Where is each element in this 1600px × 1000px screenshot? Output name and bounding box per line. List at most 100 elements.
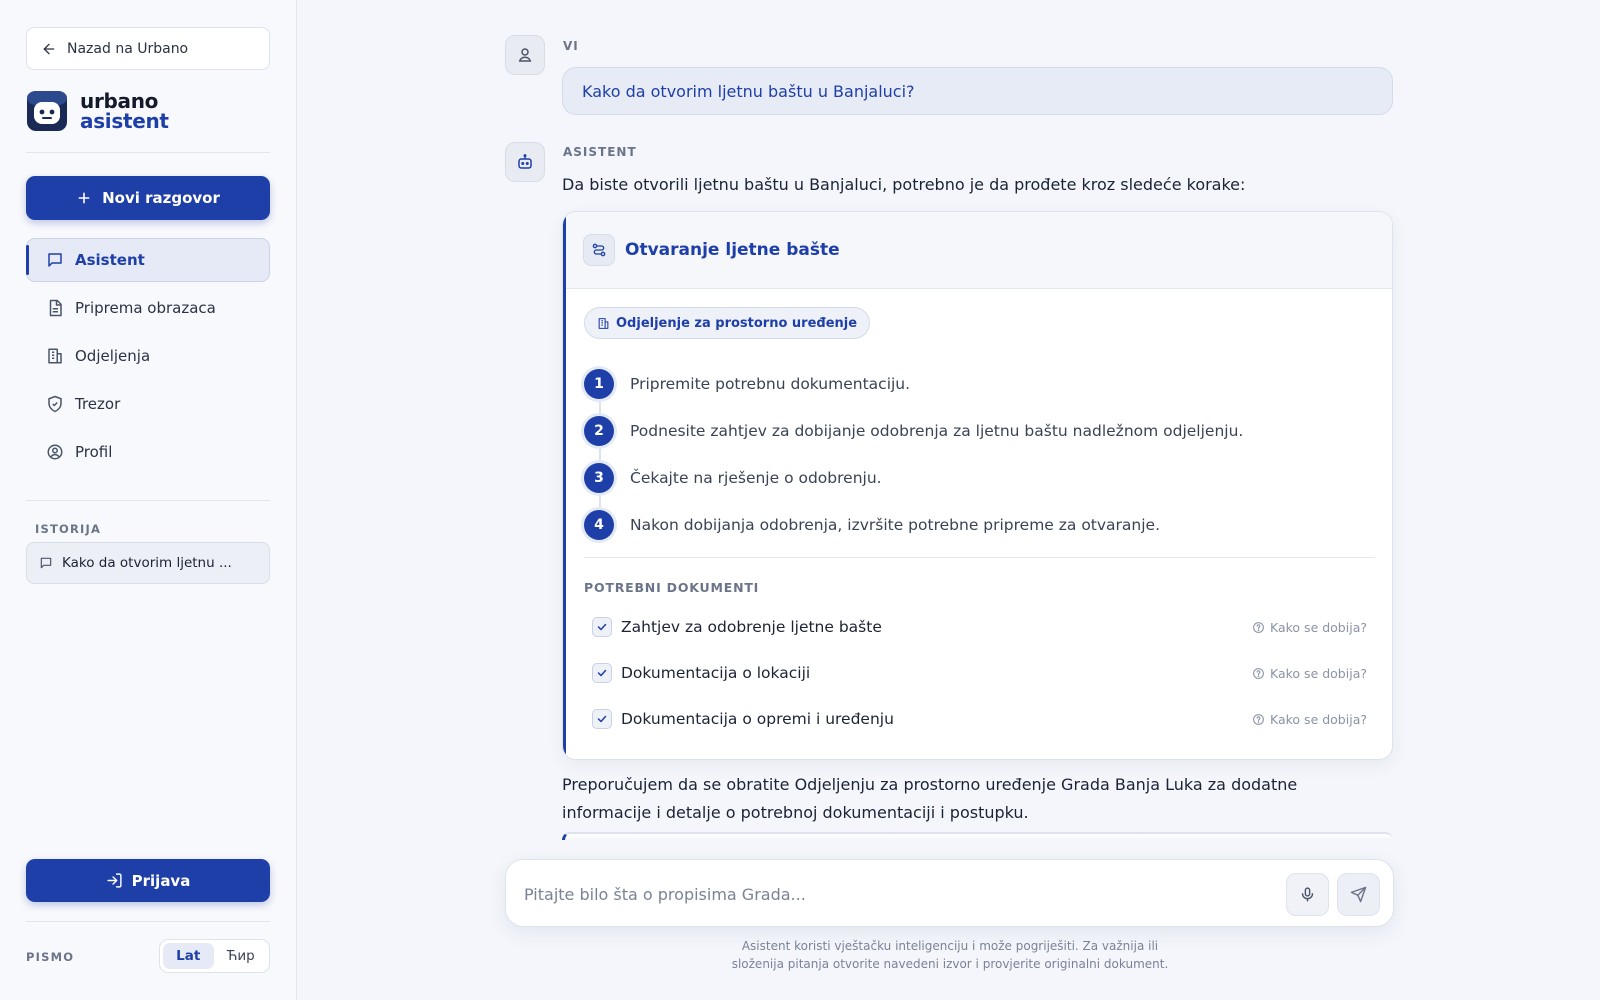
document-name: Zahtjev za odobrenje ljetne bašte (621, 618, 882, 636)
document-item: Dokumentacija o opremi i uređenju Kako s… (592, 696, 1367, 742)
sidebar-item-label: Asistent (75, 251, 145, 269)
step-text: Nakon dobijanja odobrenja, izvršite potr… (630, 515, 1161, 534)
back-to-urbano-button[interactable]: Nazad na Urbano (26, 27, 270, 70)
microphone-icon (1299, 886, 1316, 903)
ai-disclaimer: Asistent koristi vještačku inteligenciju… (731, 939, 1169, 971)
robot-icon (516, 153, 534, 171)
new-chat-label: Novi razgovor (102, 189, 220, 207)
sidebar: Nazad na Urbano urbano asistent Novi raz… (0, 0, 297, 1000)
checkbox-checked-icon[interactable] (592, 709, 612, 729)
step-item: 1 Pripremite potrebnu dokumentaciju. (584, 360, 1374, 407)
step-number: 4 (584, 509, 614, 540)
building-icon (597, 317, 610, 330)
message-input[interactable] (524, 878, 1264, 910)
next-card-edge (562, 832, 1393, 840)
checkbox-checked-icon[interactable] (592, 617, 612, 637)
plus-icon (76, 190, 92, 206)
how-to-obtain-link[interactable]: Kako se dobija? (1252, 620, 1367, 635)
user-icon (516, 46, 534, 64)
sidebar-item-profil[interactable]: Profil (26, 430, 270, 474)
document-name: Dokumentacija o opremi i uređenju (621, 710, 894, 728)
procedure-card: Otvaranje ljetne bašte Odjeljenje za pro… (562, 211, 1393, 760)
user-circle-icon (46, 443, 64, 461)
how-to-obtain-link[interactable]: Kako se dobija? (1252, 712, 1367, 727)
brand: urbano asistent (26, 90, 169, 132)
step-text: Čekajte na rješenje o odobrenju. (630, 468, 882, 487)
brand-logo (26, 90, 68, 132)
script-toggle: Lat Ћир (159, 939, 270, 973)
sidebar-nav: Asistent Priprema obrazaca Odjeljenja Tr… (26, 238, 270, 478)
sidebar-item-label: Profil (75, 443, 113, 461)
divider (584, 557, 1375, 558)
building-icon (46, 347, 64, 365)
question-circle-icon (1252, 667, 1265, 680)
user-message: Kako da otvorim ljetnu baštu u Banjaluci… (562, 67, 1393, 115)
how-to-obtain-label: Kako se dobija? (1270, 665, 1367, 681)
step-number: 3 (584, 462, 614, 493)
sidebar-item-label: Priprema obrazaca (75, 299, 216, 317)
question-circle-icon (1252, 713, 1265, 726)
history-item[interactable]: Kako da otvorim ljetnu ... (26, 542, 270, 584)
step-text: Podnesite zahtjev za dobijanje odobrenja… (630, 421, 1244, 440)
assistant-outro: Preporučujem da se obratite Odjeljenju z… (562, 775, 1298, 822)
history-item-label: Kako da otvorim ljetnu ... (62, 555, 232, 571)
sidebar-item-trezor[interactable]: Trezor (26, 382, 270, 426)
script-heading: PISMO (26, 950, 75, 964)
step-number: 1 (584, 368, 614, 399)
chat-icon (46, 251, 64, 269)
history-heading: ISTORIJA (35, 522, 102, 536)
microphone-button[interactable] (1286, 873, 1329, 916)
divider (26, 921, 270, 922)
department-chip[interactable]: Odjeljenje za prostorno uređenje (584, 307, 871, 339)
brand-name-line1: urbano (80, 89, 159, 113)
sidebar-item-asistent[interactable]: Asistent (26, 238, 270, 282)
sidebar-item-label: Trezor (75, 395, 121, 413)
route-icon (583, 234, 615, 266)
login-button[interactable]: Prijava (26, 859, 270, 902)
send-icon (1350, 886, 1367, 903)
documents-list: Zahtjev za odobrenje ljetne bašte Kako s… (592, 604, 1367, 742)
divider (26, 152, 270, 153)
send-button[interactable] (1337, 873, 1380, 916)
user-avatar (505, 35, 545, 75)
new-chat-button[interactable]: Novi razgovor (26, 176, 270, 220)
step-text: Pripremite potrebnu dokumentaciju. (630, 374, 911, 393)
assistant-avatar (505, 142, 545, 182)
step-item: 3 Čekajte na rješenje o odobrenju. (584, 454, 1374, 501)
step-item: 4 Nakon dobijanja odobrenja, izvršite po… (584, 501, 1374, 548)
document-icon (46, 299, 64, 317)
document-item: Dokumentacija o lokaciji Kako se dobija? (592, 650, 1367, 696)
assistant-role-label: ASISTENT (563, 145, 637, 159)
back-label: Nazad na Urbano (67, 40, 189, 57)
document-name: Dokumentacija o lokaciji (621, 664, 811, 682)
sidebar-item-odjeljenja[interactable]: Odjeljenja (26, 334, 270, 378)
checkbox-checked-icon[interactable] (592, 663, 612, 683)
document-item: Zahtjev za odobrenje ljetne bašte Kako s… (592, 604, 1367, 650)
chat-icon (39, 556, 53, 570)
department-chip-label: Odjeljenje za prostorno uređenje (616, 315, 858, 331)
shield-icon (46, 395, 64, 413)
how-to-obtain-link[interactable]: Kako se dobija? (1252, 666, 1367, 681)
log-in-icon (106, 872, 123, 889)
sidebar-item-label: Odjeljenja (75, 347, 151, 365)
login-label: Prijava (131, 871, 191, 890)
documents-heading: POTREBNI DOKUMENTI (584, 580, 760, 595)
procedure-title: Otvaranje ljetne bašte (625, 240, 840, 260)
script-option-cyrillic[interactable]: Ћир (216, 943, 267, 969)
divider (26, 500, 270, 501)
arrow-left-icon (41, 41, 57, 57)
brand-name-line2: asistent (80, 109, 169, 133)
assistant-intro: Da biste otvorili ljetnu baštu u Banjalu… (562, 175, 1246, 194)
user-role-label: VI (563, 39, 579, 53)
step-item: 2 Podnesite zahtjev za dobijanje odobren… (584, 407, 1374, 454)
script-option-latin[interactable]: Lat (163, 943, 214, 969)
user-message-text: Kako da otvorim ljetnu baštu u Banjaluci… (582, 81, 915, 101)
how-to-obtain-label: Kako se dobija? (1270, 619, 1367, 635)
procedure-card-header: Otvaranje ljetne bašte (563, 212, 1392, 289)
question-circle-icon (1252, 621, 1265, 634)
message-composer (505, 859, 1394, 927)
step-number: 2 (584, 415, 614, 446)
sidebar-item-priprema-obrazaca[interactable]: Priprema obrazaca (26, 286, 270, 330)
steps-list: 1 Pripremite potrebnu dokumentaciju. 2 P… (584, 360, 1374, 548)
how-to-obtain-label: Kako se dobija? (1270, 711, 1367, 727)
